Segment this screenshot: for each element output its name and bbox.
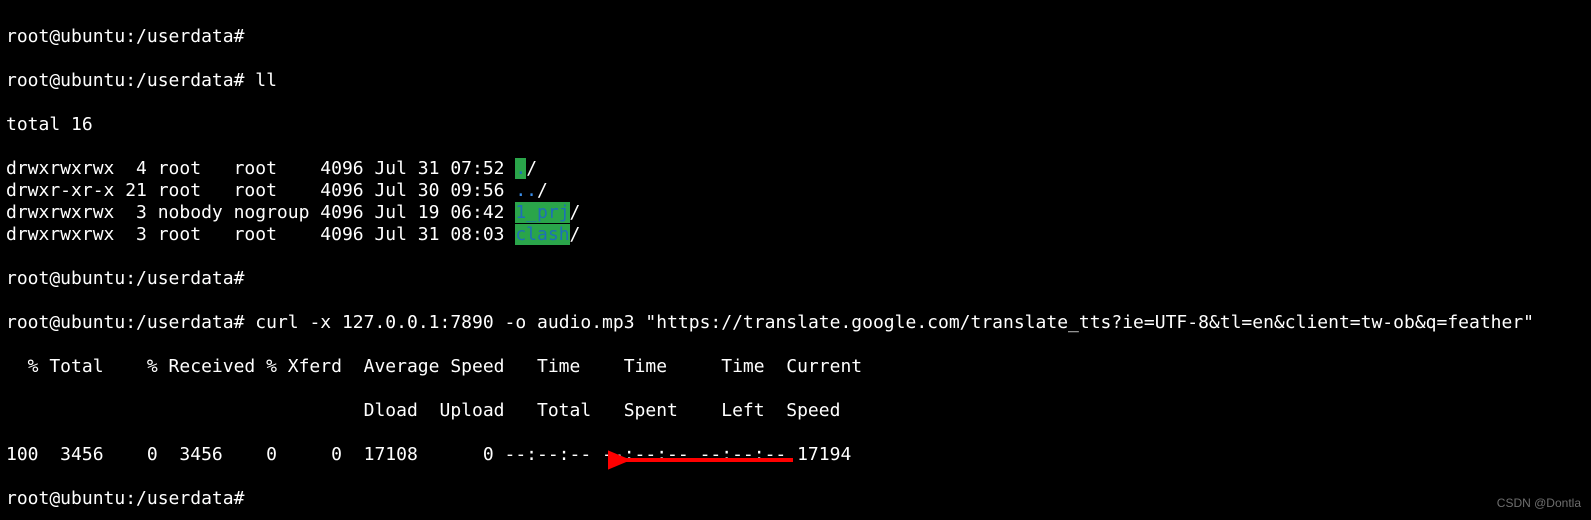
curl-row: 100 3456 0 3456 0 0 17108 0 --:--:-- --:… [6, 444, 1585, 466]
terminal[interactable]: root@ubuntu:/userdata# root@ubuntu:/user… [0, 0, 1591, 520]
ll-row-suffix: / [526, 158, 537, 179]
ll-total: total 16 [6, 114, 1585, 136]
ll-row-name: clash [515, 224, 569, 245]
ll-row-meta: drwxrwxrwx 4 root root 4096 Jul 31 07:52 [6, 158, 515, 179]
prompt: root@ubuntu:/userdata# [6, 70, 244, 91]
ll-row-name: . [515, 158, 526, 179]
ll-row-meta: drwxrwxrwx 3 root root 4096 Jul 31 08:03 [6, 224, 515, 245]
command: ll [255, 70, 277, 91]
prompt: root@ubuntu:/userdata# [6, 268, 244, 289]
ll-row: drwxrwxrwx 4 root root 4096 Jul 31 07:52… [6, 158, 1585, 180]
ll-row: drwxrwxrwx 3 nobody nogroup 4096 Jul 19 … [6, 202, 1585, 224]
ll-row-name: .. [515, 180, 537, 201]
curl-header: % Total % Received % Xferd Average Speed… [6, 356, 1585, 378]
prompt: root@ubuntu:/userdata# [6, 488, 244, 509]
ll-row-meta: drwxrwxrwx 3 nobody nogroup 4096 Jul 19 … [6, 202, 515, 223]
prompt: root@ubuntu:/userdata# [6, 312, 244, 333]
ll-row-suffix: / [570, 224, 581, 245]
ll-row-suffix: / [537, 180, 548, 201]
command: curl -x 127.0.0.1:7890 -o audio.mp3 "htt… [255, 312, 1534, 333]
prompt-line: root@ubuntu:/userdata# [6, 488, 1585, 510]
ll-row: drwxrwxrwx 3 root root 4096 Jul 31 08:03… [6, 224, 1585, 246]
ll-row-meta: drwxr-xr-x 21 root root 4096 Jul 30 09:5… [6, 180, 515, 201]
watermark: CSDN @Dontla [1497, 492, 1581, 514]
prompt: root@ubuntu:/userdata# [6, 26, 244, 47]
ll-row: drwxr-xr-x 21 root root 4096 Jul 30 09:5… [6, 180, 1585, 202]
prompt-line: root@ubuntu:/userdata# ll [6, 70, 1585, 92]
prompt-line: root@ubuntu:/userdata# curl -x 127.0.0.1… [6, 312, 1585, 334]
prompt-line: root@ubuntu:/userdata# [6, 268, 1585, 290]
ll-row-name: 1_prj [515, 202, 569, 223]
curl-header: Dload Upload Total Spent Left Speed [6, 400, 1585, 422]
prompt-line: root@ubuntu:/userdata# [6, 26, 1585, 48]
ll-row-suffix: / [570, 202, 581, 223]
